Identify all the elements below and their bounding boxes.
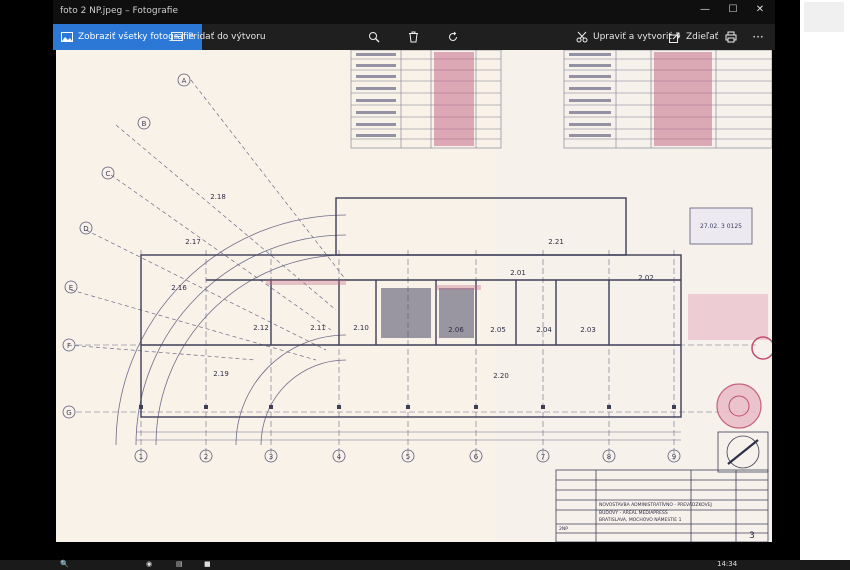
zoom-icon[interactable] <box>366 29 382 45</box>
left-background <box>0 0 53 570</box>
room-label: 2.17 <box>185 238 201 246</box>
add-to-creation-label: Pridať do výtvoru <box>188 32 266 42</box>
share-button[interactable]: Zdieľať <box>661 24 726 50</box>
title-bar: foto 2 NP.jpeg – Fotografie — ☐ ✕ <box>53 0 775 24</box>
axis-number: 9 <box>672 453 676 461</box>
red-stamp-rect <box>688 294 768 340</box>
scissors-icon <box>576 31 588 43</box>
axis-letter: A <box>182 77 187 85</box>
floor-plan-image: A B C D E F G 1 2 3 4 5 6 7 8 9 2.18 2.1… <box>56 50 775 543</box>
desktop-area <box>800 0 850 570</box>
window-title: foto 2 NP.jpeg – Fotografie <box>60 6 178 16</box>
axis-letter: B <box>142 120 147 128</box>
room-label: 2.19 <box>213 370 229 378</box>
room-label: 2.02 <box>638 274 654 282</box>
axis-letter: E <box>69 284 73 292</box>
axis-number: 8 <box>607 453 611 461</box>
room-label: 2.03 <box>580 326 596 334</box>
room-label: 2.20 <box>493 372 509 380</box>
print-icon[interactable] <box>723 29 739 45</box>
axis-letter: D <box>83 225 88 233</box>
right-background <box>775 0 800 570</box>
room-label: 2.05 <box>490 326 506 334</box>
room-label: 2.10 <box>353 324 369 332</box>
title-block-line: BRATISLAVA, MOCHOVO NÁMESTIE 1 <box>599 516 682 523</box>
room-label: 2.21 <box>548 238 564 246</box>
room-label: 2.06 <box>448 326 464 334</box>
maximize-button[interactable]: ☐ <box>723 4 743 15</box>
more-button[interactable]: ··· <box>750 29 766 45</box>
axis-letter: G <box>66 409 71 417</box>
photos-icon <box>61 32 73 42</box>
axis-number: 6 <box>474 453 479 461</box>
trash-icon[interactable] <box>405 29 421 45</box>
room-label: 2.12 <box>253 324 269 332</box>
sheet-type: 2NP <box>559 526 568 532</box>
sheet-number: 3 <box>749 531 755 541</box>
axis-letter: F <box>67 342 71 350</box>
floor-plan-drawing: A B C D E F G 1 2 3 4 5 6 7 8 9 2.18 2.1… <box>56 50 775 543</box>
minimize-button[interactable]: — <box>695 4 715 15</box>
room-label: 2.18 <box>210 193 226 201</box>
add-creation-icon <box>171 32 183 41</box>
search-icon[interactable]: 🔍 <box>60 560 69 568</box>
room-label: 2.11 <box>310 324 326 332</box>
toolbar: Zobraziť všetky fotografie Pridať do výt… <box>53 24 775 50</box>
axis-number: 1 <box>139 453 143 461</box>
room-label: 2.04 <box>536 326 552 334</box>
room-label: 2.01 <box>510 269 526 277</box>
scroll-area <box>804 2 844 32</box>
explorer-icon[interactable]: ▤ <box>176 560 183 568</box>
axis-number: 2 <box>204 453 208 461</box>
photo-viewer[interactable]: A B C D E F G 1 2 3 4 5 6 7 8 9 2.18 2.1… <box>53 50 775 548</box>
room-label: 2.16 <box>171 284 187 292</box>
axis-number: 5 <box>406 453 410 461</box>
clock: 14:34 <box>717 560 738 568</box>
close-button[interactable]: ✕ <box>750 4 770 15</box>
axis-number: 3 <box>269 453 273 461</box>
taskbar: 🔍 ◉ ▤ ■ 14:34 <box>0 560 850 570</box>
share-icon <box>669 32 680 43</box>
folder-icon[interactable]: ■ <box>204 560 211 568</box>
rotate-icon[interactable] <box>445 29 461 45</box>
title-block-line: NOVOSTAVBA ADMINISTRATÍVNO - PREVÁDZKOVE… <box>599 501 712 508</box>
share-label: Zdieľať <box>686 32 719 42</box>
title-block-line: BUDOVY - AREÁL MEDIAPRESS <box>599 509 668 516</box>
round-seal <box>716 383 762 429</box>
add-to-creation-button[interactable]: Pridať do výtvoru <box>163 24 274 50</box>
axis-number: 4 <box>337 453 342 461</box>
stamp-date: 27.02. 3 0125 <box>700 223 742 230</box>
photos-window: foto 2 NP.jpeg – Fotografie — ☐ ✕ Zobraz… <box>53 0 775 548</box>
axis-letter: C <box>106 170 111 178</box>
axis-number: 7 <box>541 453 545 461</box>
edge-icon[interactable]: ◉ <box>146 560 152 568</box>
